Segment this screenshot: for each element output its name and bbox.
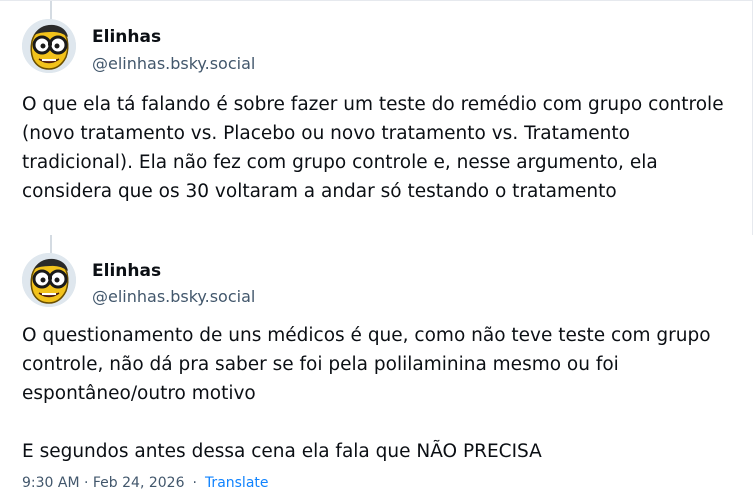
- post-2[interactable]: Elinhas @elinhas.bsky.social O questiona…: [0, 235, 753, 503]
- author-handle[interactable]: @elinhas.bsky.social: [92, 287, 255, 306]
- cartoon-character-with-glasses-icon: [22, 19, 76, 73]
- author-name[interactable]: Elinhas: [92, 261, 161, 281]
- avatar[interactable]: [22, 253, 76, 307]
- avatar[interactable]: [22, 19, 76, 73]
- thread-line-top: [50, 1, 52, 19]
- post-text: O que ela tá falando é sobre fazer um te…: [22, 94, 730, 202]
- author-name[interactable]: Elinhas: [92, 27, 161, 47]
- thread-line-top: [50, 235, 52, 253]
- meta-separator: ·: [192, 475, 197, 491]
- timestamp[interactable]: 9:30 AM · Feb 24, 2026: [22, 475, 184, 491]
- post-text: O questionamento de uns médicos é que, c…: [22, 325, 711, 462]
- author-handle[interactable]: @elinhas.bsky.social: [92, 54, 255, 73]
- post-meta: 9:30 AM · Feb 24, 2026 · Translate: [22, 475, 269, 491]
- translate-link[interactable]: Translate: [205, 475, 269, 491]
- cartoon-character-with-glasses-icon: [22, 253, 76, 307]
- post-1[interactable]: Elinhas @elinhas.bsky.social O que ela t…: [0, 0, 753, 235]
